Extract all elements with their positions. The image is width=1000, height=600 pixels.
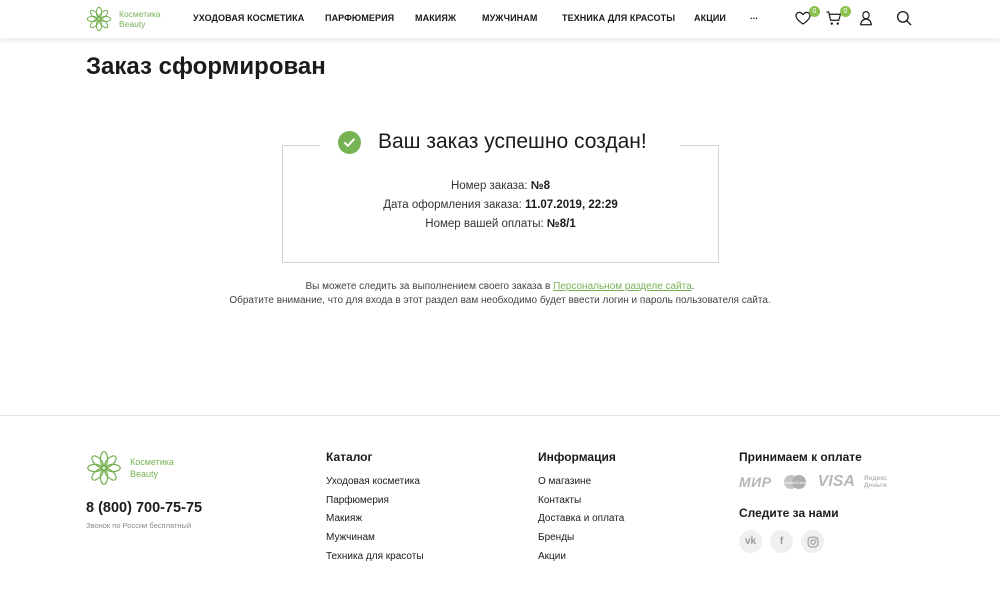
yandex-money-line-1: Яндекс	[863, 475, 888, 482]
account-button[interactable]	[857, 9, 877, 29]
footer-catalog-item[interactable]: Парфюмерия	[326, 492, 424, 511]
page-title: Заказ сформирован	[86, 53, 326, 80]
box-border-right	[680, 145, 719, 146]
footer-logo-line-2: Beauty	[130, 469, 159, 479]
nav-item-more[interactable]: ...	[750, 11, 758, 21]
success-title: Ваш заказ успешно создан!	[378, 130, 647, 153]
footer-phone-note: Звонок по России бесплатный	[86, 521, 192, 530]
order-date-value: 11.07.2019, 22:29	[525, 199, 618, 211]
favorites-count-badge: 0	[809, 6, 820, 17]
user-icon	[860, 11, 872, 26]
order-date: Дата оформления заказа: 11.07.2019, 22:2…	[282, 199, 719, 211]
footer-info-item[interactable]: О магазине	[538, 473, 624, 492]
footer-info-item[interactable]: Бренды	[538, 529, 624, 548]
footer-info-item[interactable]: Контакты	[538, 492, 624, 511]
payment-number-value: №8/1	[546, 218, 576, 230]
logo-icon	[86, 6, 112, 32]
logo-icon	[87, 451, 121, 485]
logo-line-2: Beauty	[119, 19, 146, 29]
footer-info-title: Информация	[538, 450, 616, 464]
site-header: Косметика Beauty УХОДОВАЯ КОСМЕТИКА ПАРФ…	[0, 0, 1000, 38]
footer-divider	[0, 415, 1000, 416]
box-border-left	[282, 145, 320, 146]
payment-methods: МИР MasterCard VISA Яндекс Деньги	[739, 473, 887, 491]
yandex-money-line-2: Деньги	[863, 482, 887, 489]
tracking-note-suffix: .	[691, 281, 695, 292]
instagram-icon[interactable]	[801, 530, 824, 553]
nav-item-sales[interactable]: АКЦИИ	[694, 13, 726, 23]
facebook-icon[interactable]: f	[770, 530, 793, 553]
order-number: Номер заказа: №8	[282, 180, 719, 192]
visa-logo: VISA	[817, 473, 855, 490]
footer-catalog-title: Каталог	[326, 450, 373, 464]
nav-item-makeup[interactable]: МАКИЯЖ	[415, 13, 456, 23]
search-button[interactable]	[895, 9, 915, 29]
tracking-note-prefix: Вы можете следить за выполнением своего …	[305, 281, 554, 292]
mastercard-label: MasterCard	[784, 480, 805, 485]
mastercard-icon: MasterCard	[783, 475, 806, 489]
footer-catalog-item[interactable]: Техника для красоты	[326, 548, 424, 567]
vk-icon[interactable]: vk	[739, 530, 762, 553]
logo-text: Косметика Beauty	[119, 9, 161, 29]
footer-info-item[interactable]: Акции	[538, 548, 624, 567]
footer-catalog: Каталог Уходовая косметика Парфюмерия Ма…	[326, 450, 424, 567]
social-links: vk f	[739, 530, 832, 553]
payment-methods-title: Принимаем к оплате	[739, 450, 862, 464]
logo[interactable]: Косметика Beauty	[86, 6, 161, 32]
order-date-label: Дата оформления заказа:	[383, 199, 522, 211]
footer-info: Информация О магазине Контакты Доставка …	[538, 450, 624, 567]
payment-number-label: Номер вашей оплаты:	[425, 218, 544, 230]
mastercard-logo: MasterCard	[782, 474, 808, 490]
order-number-value: №8	[530, 180, 551, 192]
personal-area-link[interactable]: Персональном разделе сайта	[553, 281, 692, 292]
payment-number: Номер вашей оплаты: №8/1	[282, 218, 719, 230]
yandex-money-logo: Яндекс Деньги	[864, 475, 887, 489]
nav-item-skincare[interactable]: УХОДОВАЯ КОСМЕТИКА	[193, 13, 304, 23]
nav-item-perfume[interactable]: ПАРФЮМЕРИЯ	[325, 13, 394, 23]
follow-us-title: Следите за нами	[739, 506, 839, 520]
footer-catalog-item[interactable]: Уходовая косметика	[326, 473, 424, 492]
favorites-button[interactable]: 0	[794, 6, 820, 29]
tracking-note: Вы можете следить за выполнением своего …	[0, 281, 1000, 292]
logo-line-1: Косметика	[119, 9, 161, 19]
nav-item-beauty-tech[interactable]: ТЕХНИКА ДЛЯ КРАСОТЫ	[562, 13, 675, 23]
nav-item-men[interactable]: МУЖЧИНАМ	[482, 13, 537, 23]
order-number-label: Номер заказа:	[450, 180, 528, 192]
mir-logo: МИР	[739, 474, 772, 490]
footer-logo-line-1: Косметика	[130, 457, 174, 467]
cart-count-badge: 0	[840, 6, 851, 17]
cart-button[interactable]: 0	[825, 6, 851, 29]
footer-phone[interactable]: 8 (800) 700-75-75	[86, 500, 202, 516]
footer-catalog-item[interactable]: Макияж	[326, 510, 424, 529]
check-circle-icon	[338, 130, 361, 154]
footer-logo-text: Косметика Beauty	[130, 456, 174, 480]
footer-logo[interactable]: Косметика Beauty	[86, 450, 174, 486]
success-header: Ваш заказ успешно создан!	[338, 130, 647, 154]
footer-catalog-item[interactable]: Мужчинам	[326, 529, 424, 548]
footer-info-item[interactable]: Доставка и оплата	[538, 510, 624, 529]
login-note: Обратите внимание, что для входа в этот …	[229, 295, 771, 306]
search-icon	[896, 10, 912, 26]
